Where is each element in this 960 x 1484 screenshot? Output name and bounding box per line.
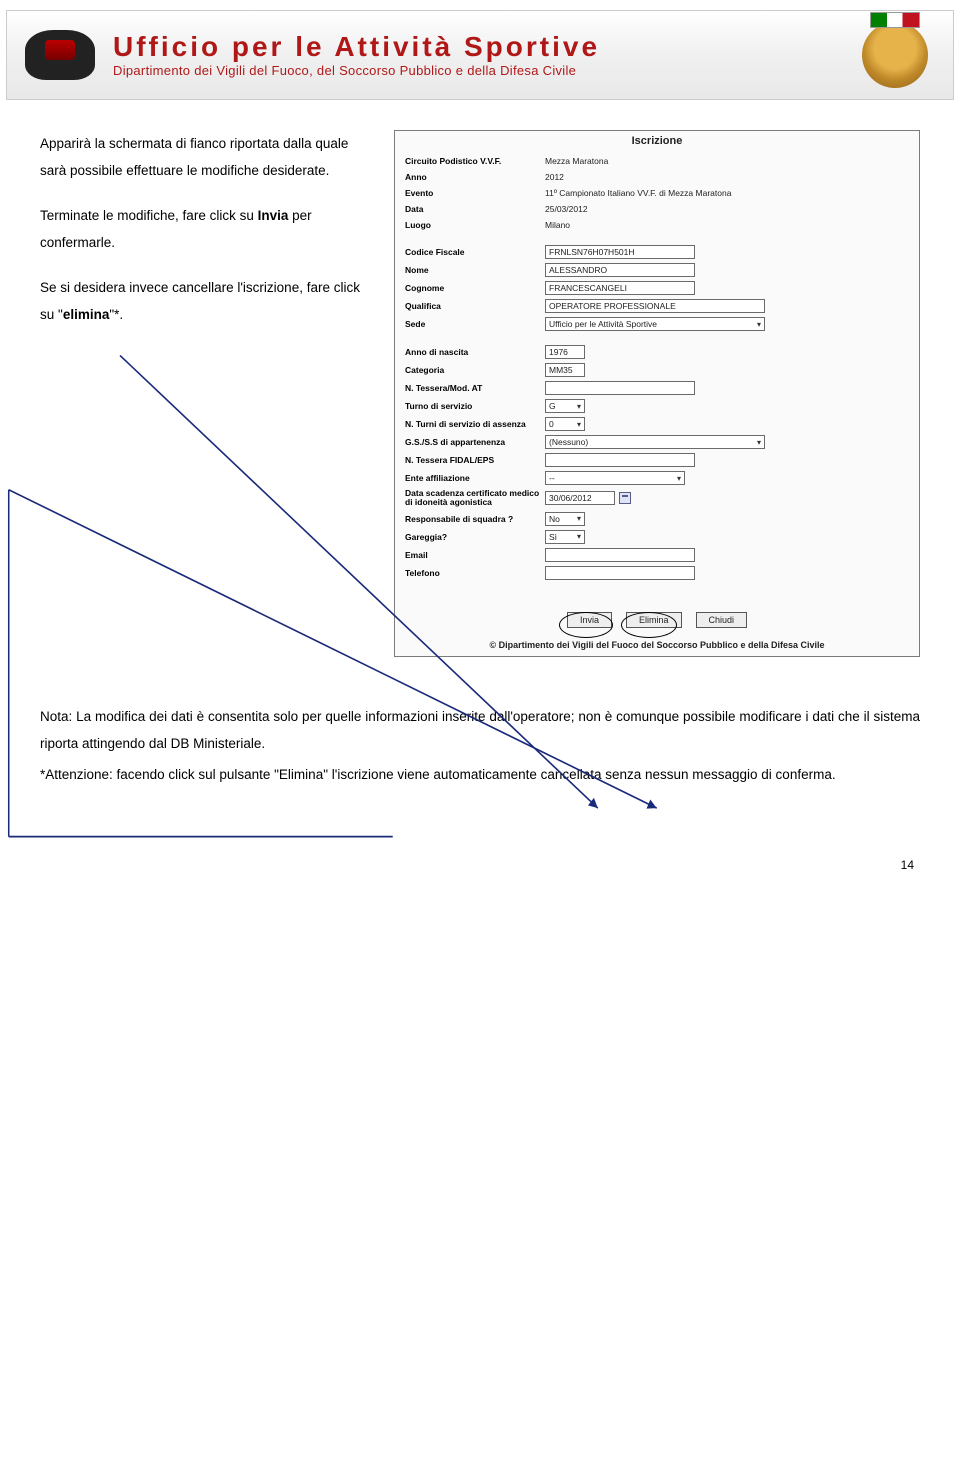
label-tessera-at: N. Tessera/Mod. AT bbox=[405, 383, 545, 393]
label-evento: Evento bbox=[405, 188, 545, 198]
instruction-p2: Terminate le modifiche, fare click su In… bbox=[40, 202, 370, 256]
label-sede: Sede bbox=[405, 319, 545, 329]
email-field[interactable] bbox=[545, 548, 695, 562]
categoria-field[interactable]: MM35 bbox=[545, 363, 585, 377]
label-resp: Responsabile di squadra ? bbox=[405, 514, 545, 524]
value-anno: 2012 bbox=[545, 172, 564, 182]
coni-crest-icon bbox=[847, 17, 943, 93]
label-data: Data bbox=[405, 204, 545, 214]
nome-field[interactable]: ALESSANDRO bbox=[545, 263, 695, 277]
page-number: 14 bbox=[40, 858, 920, 872]
form-buttons-row: Invia Elimina Chiudi bbox=[395, 582, 919, 634]
keyword-elimina: elimina bbox=[63, 307, 110, 322]
chiudi-button[interactable]: Chiudi bbox=[696, 612, 748, 628]
nota-text: Nota: La modifica dei dati è consentita … bbox=[40, 703, 920, 757]
keyword-invia: Invia bbox=[258, 208, 289, 223]
iscrizione-form-screenshot: Iscrizione Circuito Podistico V.V.F.Mezz… bbox=[394, 130, 920, 657]
banner-title: Ufficio per le Attività Sportive bbox=[113, 32, 847, 61]
label-cognome: Cognome bbox=[405, 283, 545, 293]
header-banner: Ufficio per le Attività Sportive Diparti… bbox=[6, 10, 954, 100]
form-title: Iscrizione bbox=[395, 131, 919, 153]
cert-field[interactable]: 30/06/2012 bbox=[545, 491, 615, 505]
chevron-down-icon: ▾ bbox=[677, 474, 681, 483]
cognome-field[interactable]: FRANCESCANGELI bbox=[545, 281, 695, 295]
gs-select[interactable]: (Nessuno)▾ bbox=[545, 435, 765, 449]
chevron-down-icon: ▾ bbox=[577, 532, 581, 541]
turno-select[interactable]: G▾ bbox=[545, 399, 585, 413]
label-cf: Codice Fiscale bbox=[405, 247, 545, 257]
chevron-down-icon: ▾ bbox=[577, 514, 581, 523]
value-luogo: Milano bbox=[545, 220, 570, 230]
label-nome: Nome bbox=[405, 265, 545, 275]
banner-subtitle: Dipartimento dei Vigili del Fuoco, del S… bbox=[113, 63, 847, 78]
chevron-down-icon: ▾ bbox=[577, 402, 581, 411]
qualifica-field[interactable]: OPERATORE PROFESSIONALE bbox=[545, 299, 765, 313]
bottom-notes: Nota: La modifica dei dati è consentita … bbox=[40, 703, 920, 788]
fidal-field[interactable] bbox=[545, 453, 695, 467]
label-luogo: Luogo bbox=[405, 220, 545, 230]
label-anno-nascita: Anno di nascita bbox=[405, 347, 545, 357]
label-categoria: Categoria bbox=[405, 365, 545, 375]
tel-field[interactable] bbox=[545, 566, 695, 580]
label-anno: Anno bbox=[405, 172, 545, 182]
label-tel: Telefono bbox=[405, 568, 545, 578]
label-turno: Turno di servizio bbox=[405, 401, 545, 411]
attenzione-text: *Attenzione: facendo click sul pulsante … bbox=[40, 761, 920, 788]
cf-field[interactable]: FRNLSN76H07H501H bbox=[545, 245, 695, 259]
anno-nascita-field[interactable]: 1976 bbox=[545, 345, 585, 359]
calendar-icon[interactable] bbox=[619, 492, 631, 504]
label-ente: Ente affiliazione bbox=[405, 473, 545, 483]
vvf-helmet-icon bbox=[17, 17, 103, 93]
resp-select[interactable]: No▾ bbox=[545, 512, 585, 526]
chevron-down-icon: ▾ bbox=[577, 420, 581, 429]
label-qualifica: Qualifica bbox=[405, 301, 545, 311]
instruction-p1: Apparirà la schermata di fianco riportat… bbox=[40, 130, 370, 184]
banner-text-block: Ufficio per le Attività Sportive Diparti… bbox=[103, 32, 847, 78]
elimina-button[interactable]: Elimina bbox=[626, 612, 682, 628]
assenza-select[interactable]: 0▾ bbox=[545, 417, 585, 431]
invia-button[interactable]: Invia bbox=[567, 612, 612, 628]
chevron-down-icon: ▾ bbox=[757, 438, 761, 447]
value-evento: 11º Campionato Italiano VV.F. di Mezza M… bbox=[545, 188, 731, 198]
label-gareggia: Gareggia? bbox=[405, 532, 545, 542]
instruction-text: Apparirà la schermata di fianco riportat… bbox=[40, 130, 370, 346]
chevron-down-icon: ▾ bbox=[757, 320, 761, 329]
label-fidal: N. Tessera FIDAL/EPS bbox=[405, 455, 545, 465]
label-gs: G.S./S.S di appartenenza bbox=[405, 437, 545, 447]
tessera-at-field[interactable] bbox=[545, 381, 695, 395]
value-circuito: Mezza Maratona bbox=[545, 156, 608, 166]
value-data: 25/03/2012 bbox=[545, 204, 588, 214]
gareggia-select[interactable]: Sì▾ bbox=[545, 530, 585, 544]
sede-select[interactable]: Ufficio per le Attività Sportive▾ bbox=[545, 317, 765, 331]
label-email: Email bbox=[405, 550, 545, 560]
label-assenza: N. Turni di servizio di assenza bbox=[405, 419, 545, 429]
label-circuito: Circuito Podistico V.V.F. bbox=[405, 156, 545, 166]
instruction-p3: Se si desidera invece cancellare l'iscri… bbox=[40, 274, 370, 328]
label-cert: Data scadenza certificato medico di idon… bbox=[405, 489, 545, 508]
form-copyright: © Dipartimento dei Vigili del Fuoco del … bbox=[395, 634, 919, 652]
ente-select[interactable]: --▾ bbox=[545, 471, 685, 485]
